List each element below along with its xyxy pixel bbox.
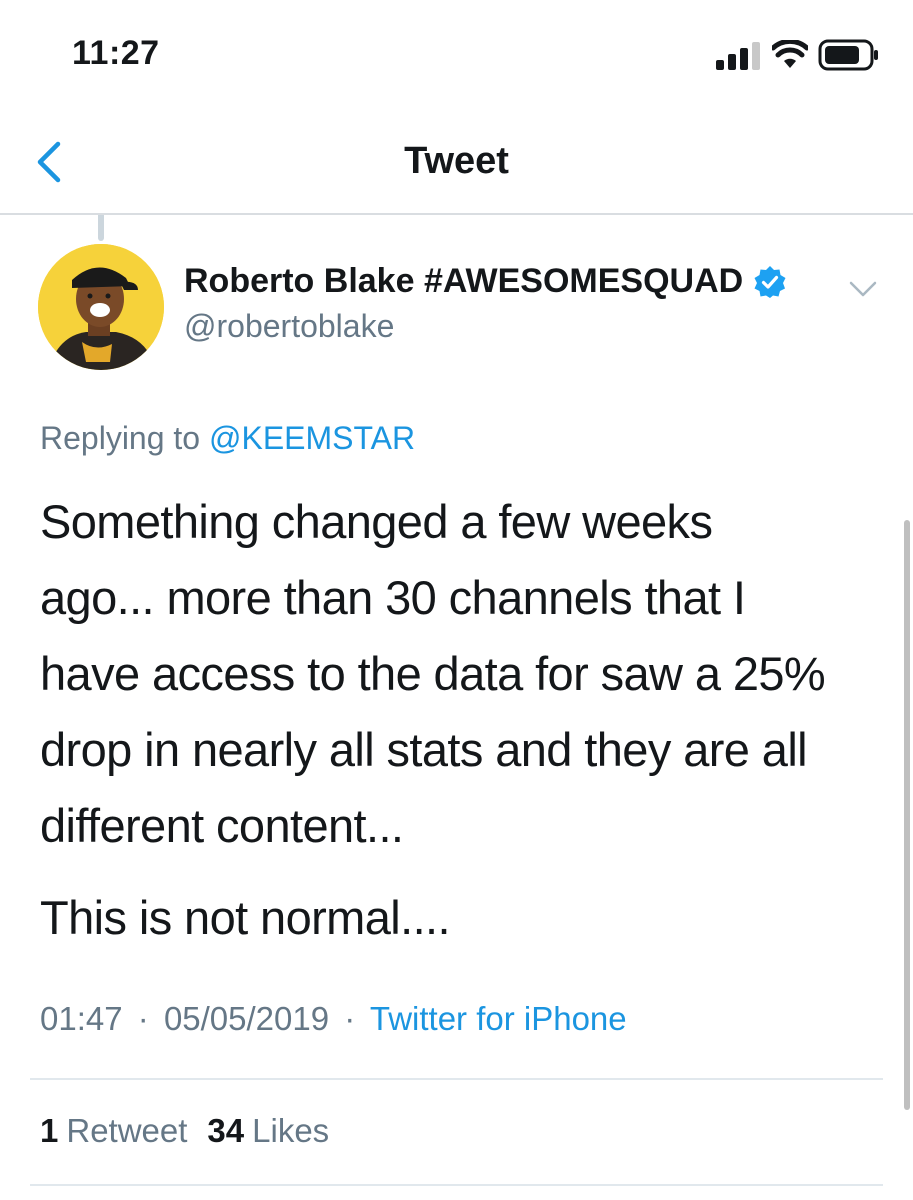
scrollbar[interactable] (904, 520, 910, 1110)
verified-badge-icon (754, 265, 786, 298)
thread-connector (98, 215, 104, 241)
author-handle[interactable]: @robertoblake (184, 308, 394, 345)
replying-prefix: Replying to (40, 420, 201, 456)
meta-divider (30, 1078, 883, 1080)
tweet-time: 01:47 (40, 1000, 123, 1037)
likes-stat[interactable]: 34 Likes (207, 1112, 329, 1150)
battery-icon (818, 39, 878, 71)
stats-divider (30, 1184, 883, 1186)
avatar[interactable] (38, 244, 164, 370)
likes-count: 34 (207, 1112, 245, 1149)
meta-separator: · (137, 1000, 149, 1037)
retweets-label: Retweet (66, 1112, 188, 1149)
tweet-text: Something changed a few weeks ago... mor… (40, 495, 826, 852)
author-row[interactable]: Roberto Blake #AWESOMESQUAD (184, 262, 787, 301)
wifi-icon (772, 40, 808, 68)
replying-to: Replying to @KEEMSTAR (40, 420, 415, 457)
nav-divider (0, 213, 913, 215)
tweet-stats: 1 Retweet 34 Likes (40, 1112, 349, 1150)
status-time: 11:27 (72, 34, 160, 72)
chevron-down-icon[interactable] (848, 278, 878, 300)
tweet-source-link[interactable]: Twitter for iPhone (370, 1000, 627, 1037)
retweets-stat[interactable]: 1 Retweet (40, 1112, 187, 1150)
author-display-name[interactable]: Roberto Blake #AWESOMESQUAD (184, 262, 743, 301)
replying-to-link[interactable]: @KEEMSTAR (209, 420, 415, 456)
likes-label: Likes (252, 1112, 330, 1149)
tweet-text-second-paragraph: This is not normal.... (40, 891, 451, 944)
meta-separator: · (344, 1000, 356, 1037)
tweet-meta: 01:47 · 05/05/2019 · Twitter for iPhone (40, 1000, 627, 1038)
retweets-count: 1 (40, 1112, 59, 1149)
tweet-date: 05/05/2019 (163, 1000, 330, 1037)
signal-icon (716, 42, 760, 70)
avatar-image (38, 244, 164, 370)
page-title: Tweet (404, 140, 509, 182)
